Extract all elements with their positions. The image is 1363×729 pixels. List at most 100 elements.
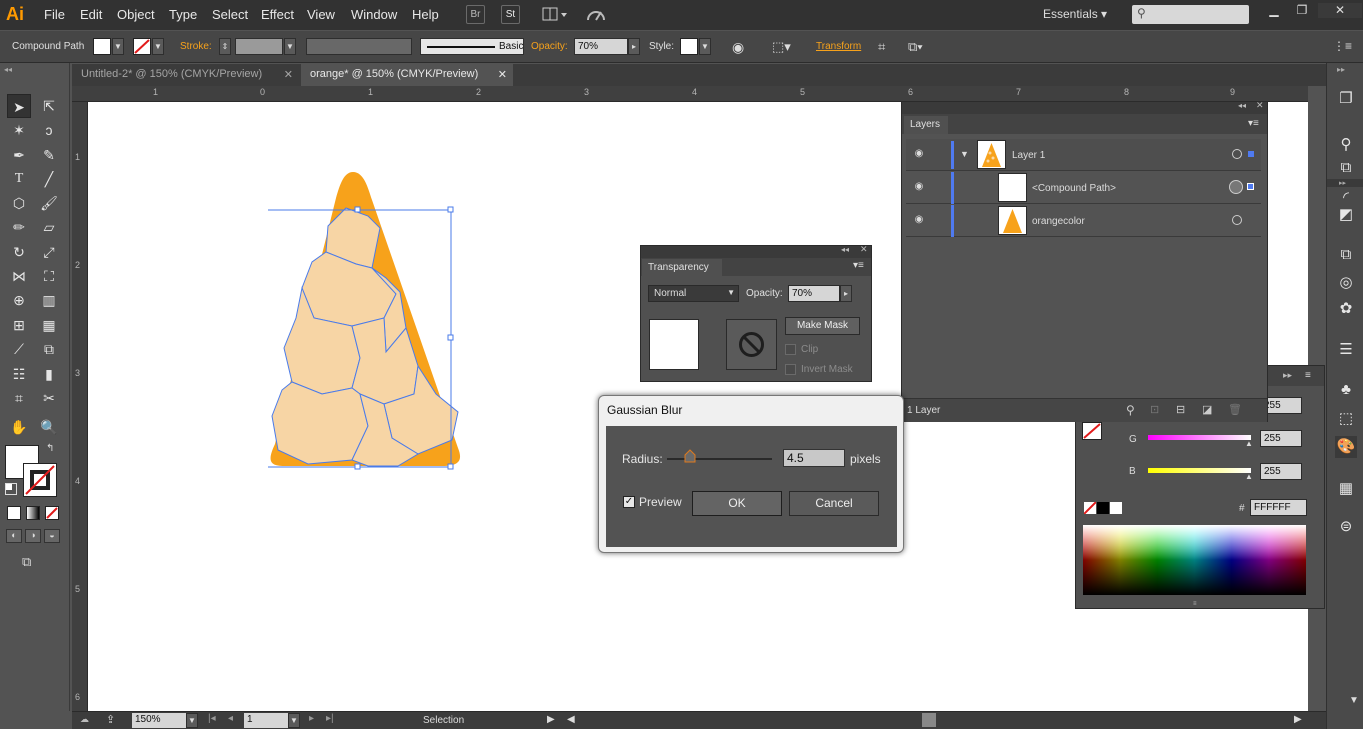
next-artboard-icon[interactable]: ▸ [309,713,314,724]
recolor-artwork-icon[interactable]: ◉ [732,39,744,56]
artboard-number-field[interactable]: 1 [244,713,288,728]
swap-colors-icon[interactable]: ↰ [46,443,54,454]
panel-menu-icon[interactable]: ⋮≡ [1333,39,1352,53]
selection-indicator[interactable] [1248,151,1254,157]
eraser-tool-icon[interactable]: ▱ [37,215,61,239]
close-icon[interactable]: ✕ [498,68,507,81]
orange-slice-artwork[interactable] [268,168,468,473]
blend-tool-icon[interactable]: ⧉ [37,337,61,361]
blend-mode-select[interactable]: Normal ▼ [648,285,739,302]
cc-sync-icon[interactable]: ☁ [80,714,98,726]
close-window-button[interactable]: ✕ [1318,3,1362,18]
g-value-field[interactable]: 255 [1260,430,1302,447]
zoom-level-field[interactable]: 150% [132,713,186,728]
align-panel-icon[interactable]: ☰ [1335,339,1357,361]
style-dropdown[interactable]: ▼ [699,38,711,55]
hand-tool-icon[interactable]: ✋ [7,415,31,439]
menu-window[interactable]: Window [351,7,397,22]
opacity-dropdown[interactable]: ▸ [628,38,640,55]
panel-menu-icon[interactable]: ▾≡ [853,260,864,271]
selection-tool-icon[interactable]: ➤ [7,94,31,118]
opacity-slider-toggle[interactable]: ▸ [840,285,852,302]
stock-icon[interactable]: St [501,5,520,24]
opacity-field[interactable]: 70% [574,38,628,55]
vertical-ruler[interactable]: 1 2 3 4 5 6 [72,102,88,712]
horizontal-scroll-thumb[interactable] [922,713,936,727]
swatches-icon[interactable]: ▦ [1335,478,1357,500]
layer-row-compound-path[interactable]: ◉ <Compound Path> [906,172,1261,204]
color-spectrum[interactable] [1083,525,1306,595]
menu-select[interactable]: Select [212,7,248,22]
close-icon[interactable]: ✕ [860,244,868,255]
layer-row-layer-1[interactable]: ◉ ▼ Layer 1 [906,139,1261,171]
brush-definition[interactable]: Basic [420,38,524,55]
transform-panel-icon[interactable]: ⬚ [1335,408,1357,430]
target-icon[interactable] [1232,149,1242,159]
selection-indicator[interactable] [1247,183,1254,190]
bridge-icon[interactable]: Br [466,5,485,24]
artboards-icon[interactable]: ❐ [1335,88,1357,110]
stroke-weight-field[interactable] [235,38,283,55]
type-tool-icon[interactable]: T [7,167,31,191]
panel-menu-icon[interactable]: ≡ [1305,370,1311,381]
menu-view[interactable]: View [307,7,335,22]
white-swatch[interactable] [1110,502,1122,514]
b-slider-handle[interactable]: ▲ [1245,472,1253,481]
gpu-performance-icon[interactable] [585,6,609,24]
menu-effect[interactable]: Effect [261,7,294,22]
workspace-switcher[interactable]: Essentials ▾ [1043,7,1107,21]
radius-slider-handle[interactable] [684,449,696,463]
panel-header-strip[interactable]: ◂◂ ✕ [641,244,871,258]
object-thumbnail[interactable] [649,319,699,370]
appearance-icon[interactable]: ⧉ [1335,244,1357,266]
slice-tool-icon[interactable]: ✂ [37,386,61,410]
isolate-icon[interactable]: ⧉▾ [908,39,923,55]
preview-checkbox[interactable]: ✓ [623,496,635,508]
brushes-icon[interactable]: ⚲ [1335,134,1357,156]
collapse-icon[interactable]: ▸▸ [1283,370,1292,381]
stroke-swatch[interactable] [133,38,151,55]
radius-slider-track[interactable] [667,458,772,460]
none-mode-icon[interactable] [45,506,59,520]
stroke-label[interactable]: Stroke: [180,41,212,52]
fill-dropdown[interactable]: ▼ [112,38,124,55]
help-search-input[interactable]: ⚲ [1132,5,1249,24]
scroll-down-arrow[interactable]: ▼ [1349,695,1359,706]
menu-file[interactable]: File [44,7,65,22]
layer-row-orangecolor[interactable]: ◉ orangecolor [906,205,1261,237]
close-icon[interactable]: ✕ [284,68,293,81]
scroll-left-arrow[interactable]: ◀ [567,714,575,725]
line-tool-icon[interactable]: ╱ [37,167,61,191]
fill-swatch[interactable] [93,38,111,55]
lasso-tool-icon[interactable]: ↄ [37,118,61,142]
stroke-dropdown[interactable]: ▼ [152,38,164,55]
chart-tool-icon[interactable]: ▥ [37,288,61,312]
gradient-mode-icon[interactable] [26,506,40,520]
gradient-tool-icon[interactable]: ▦ [37,313,61,337]
symbols-icon[interactable]: ✿ [1335,298,1357,320]
cancel-button[interactable]: Cancel [789,491,879,516]
draw-inside-icon[interactable]: ◒ [44,529,60,543]
artboard-tool-icon[interactable]: ⌗ [7,386,31,410]
make-clipping-mask-icon[interactable]: ⊡ [1150,403,1159,416]
stroke-color-box[interactable] [23,463,57,497]
create-sublayer-icon[interactable]: ⊟ [1176,403,1185,416]
magic-wand-tool-icon[interactable]: ✶ [7,118,31,142]
arrange-documents-icon[interactable] [542,6,570,23]
b-value-field[interactable]: 255 [1260,463,1302,480]
artboard-dropdown[interactable]: ▼ [288,713,300,728]
pencil-tool-icon[interactable]: ✏ [7,215,31,239]
locate-object-icon[interactable]: ⚲ [1126,403,1135,417]
navigator-icon[interactable]: ⊜ [1335,516,1357,538]
black-swatch[interactable] [1097,502,1109,514]
dock-group-header[interactable]: ▸▸ [1327,179,1363,187]
clip-checkbox[interactable] [785,344,796,355]
expand-arrow-icon[interactable]: ▼ [960,149,969,159]
color-mode-icon[interactable] [7,506,21,520]
graphic-styles-icon[interactable]: ◎ [1335,272,1357,294]
invert-mask-checkbox[interactable] [785,364,796,375]
none-color-icon[interactable] [1083,501,1097,515]
eye-icon[interactable]: ◉ [912,148,926,160]
menu-help[interactable]: Help [412,7,439,22]
draw-behind-icon[interactable]: ◑ [25,529,41,543]
